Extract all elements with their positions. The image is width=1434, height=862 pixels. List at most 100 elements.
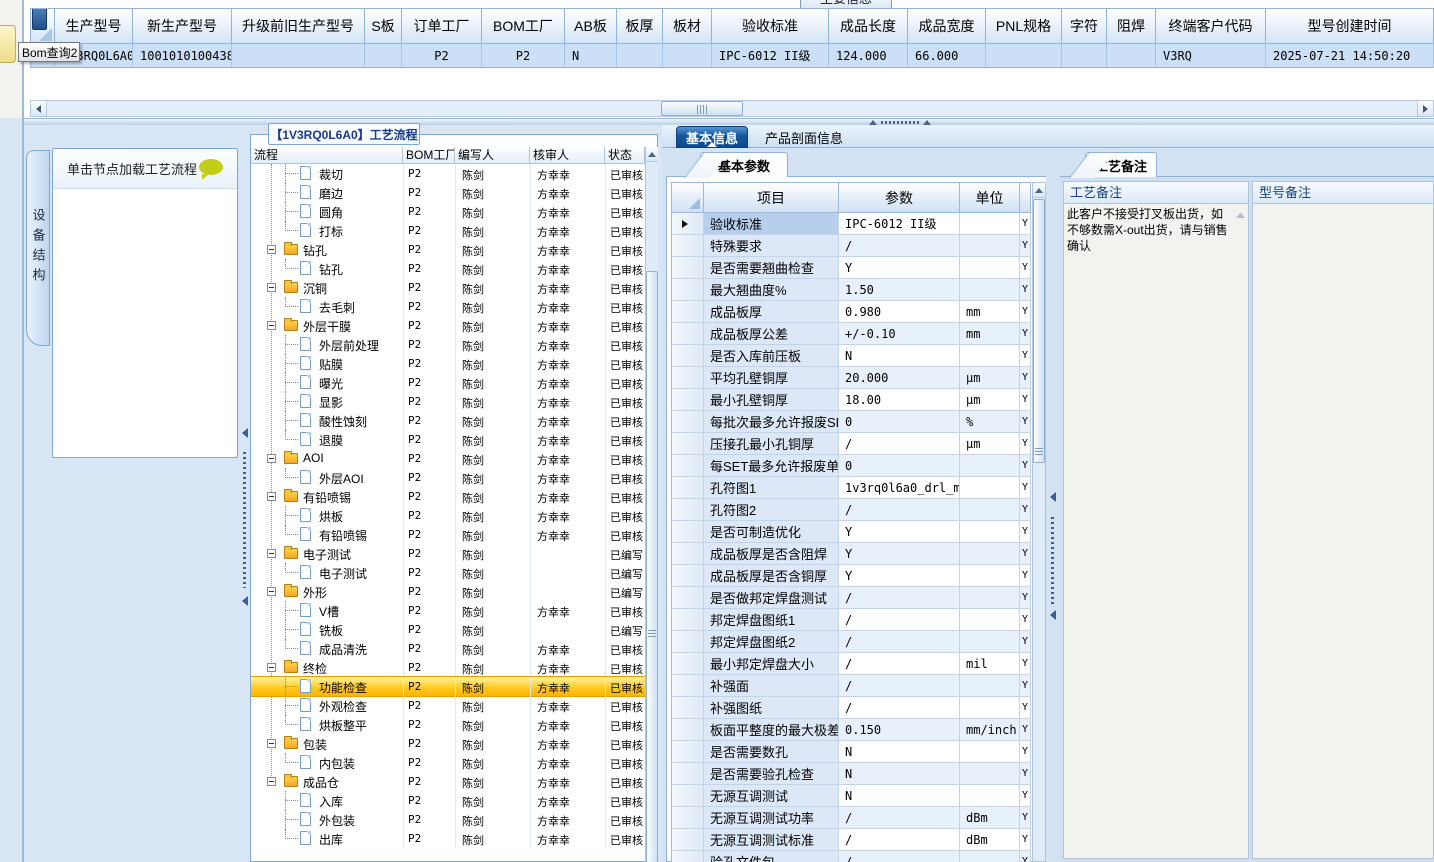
node-label[interactable]: 显影: [319, 394, 343, 411]
vsplitter-grip-icon[interactable]: [1051, 517, 1054, 607]
grid-cell[interactable]: 124.000: [829, 44, 908, 67]
param-row[interactable]: 邦定焊盘图纸2/ Y: [671, 631, 1031, 653]
tree-leaf-row[interactable]: 外层前处理 P2 陈剑 方幸幸 已审核: [251, 335, 645, 354]
column-header[interactable]: 终端客户代码: [1156, 8, 1266, 44]
node-label[interactable]: 退膜: [319, 432, 343, 449]
param-unit-cell[interactable]: mm: [960, 323, 1020, 345]
tree-leaf-row[interactable]: 内包装 P2 陈剑 方幸幸 已审核: [251, 753, 645, 772]
node-label[interactable]: 烘板: [319, 508, 343, 525]
grid-cell[interactable]: N: [565, 44, 617, 67]
param-unit-cell[interactable]: dBm: [960, 807, 1020, 829]
param-row[interactable]: 平均孔壁铜厚 20.000 µm Y: [671, 367, 1031, 389]
node-label[interactable]: 沉铜: [303, 280, 327, 297]
tree-folder-row[interactable]: 终检 P2 陈剑 方幸幸 已审核: [251, 658, 645, 677]
tree-leaf-row[interactable]: 有铅喷锡 P2 陈剑 方幸幸 已审核: [251, 525, 645, 544]
tab-process-remarks[interactable]: 工艺备注: [1085, 152, 1157, 177]
tree-column-header[interactable]: 状态: [605, 147, 645, 163]
horizontal-splitter[interactable]: [24, 118, 1434, 125]
row-selector-cell[interactable]: [671, 741, 704, 763]
param-value-cell[interactable]: 20.000: [839, 367, 960, 389]
param-item-cell[interactable]: 验收标准: [704, 213, 839, 235]
collapse-icon[interactable]: [267, 663, 276, 672]
column-header[interactable]: 升级前旧生产型号: [232, 8, 365, 44]
param-value-cell[interactable]: N: [839, 785, 960, 807]
param-row[interactable]: 压接孔最小孔铜厚 / µm Y: [671, 433, 1031, 455]
tree-folder-row[interactable]: 包装 P2 陈剑 方幸幸 已审核: [251, 734, 645, 753]
param-value-cell[interactable]: N: [839, 345, 960, 367]
param-value-cell[interactable]: Y: [839, 565, 960, 587]
grid-cell[interactable]: 66.000: [908, 44, 986, 67]
grid-hscrollbar[interactable]: [30, 100, 1434, 117]
grid-cell[interactable]: IPC-6012 II级: [712, 44, 829, 67]
model-remark-header[interactable]: 型号备注: [1252, 181, 1434, 204]
row-selector-cell[interactable]: [671, 521, 704, 543]
tree-leaf-row[interactable]: 去毛刺 P2 陈剑 方幸幸 已审核: [251, 297, 645, 316]
grid-cell[interactable]: [365, 44, 402, 67]
param-row[interactable]: 是否需要翘曲检查 Y Y: [671, 257, 1031, 279]
node-label[interactable]: 外形: [303, 584, 327, 601]
param-row[interactable]: 孔符图11v3rq0l6a0_drl_m... Y: [671, 477, 1031, 499]
param-value-cell[interactable]: /: [839, 631, 960, 653]
node-label[interactable]: 出库: [319, 831, 343, 848]
tree-leaf-row[interactable]: 外观检查 P2 陈剑 方幸幸 已审核: [251, 696, 645, 715]
param-item-cell[interactable]: 成品板厚是否含阻焊: [704, 543, 839, 565]
tree-column-header[interactable]: 流程: [251, 147, 403, 163]
row-selector-cell[interactable]: [671, 323, 704, 345]
node-label[interactable]: 外包装: [319, 812, 355, 829]
tree-leaf-row[interactable]: 酸性蚀刻 P2 陈剑 方幸幸 已审核: [251, 411, 645, 430]
collapse-icon[interactable]: [267, 454, 276, 463]
node-label[interactable]: 曝光: [319, 375, 343, 392]
column-header[interactable]: 板材: [663, 8, 712, 44]
params-column-header[interactable]: 参数: [839, 182, 960, 213]
param-row[interactable]: 邦定焊盘图纸1/ Y: [671, 609, 1031, 631]
param-value-cell[interactable]: 1.50: [839, 279, 960, 301]
row-selector-cell[interactable]: [671, 587, 704, 609]
tree-folder-row[interactable]: 外层干膜 P2 陈剑 方幸幸 已审核: [251, 316, 645, 335]
row-selector-cell[interactable]: [671, 477, 704, 499]
grid-cell[interactable]: [663, 44, 712, 67]
process-remark-header[interactable]: 工艺备注: [1063, 181, 1249, 204]
tree-leaf-row[interactable]: 出库 P2 陈剑 方幸幸 已审核: [251, 829, 645, 848]
node-label[interactable]: 贴膜: [319, 356, 343, 373]
grid-cell[interactable]: V3RQ: [1156, 44, 1266, 67]
grid-cell[interactable]: 10010101004385: [133, 44, 232, 67]
param-value-cell[interactable]: 0: [839, 411, 960, 433]
tree-folder-row[interactable]: 沉铜 P2 陈剑 方幸幸 已审核: [251, 278, 645, 297]
param-item-cell[interactable]: 是否可制造优化: [704, 521, 839, 543]
node-label[interactable]: 磨边: [319, 185, 343, 202]
tree-leaf-row[interactable]: 烘板整平 P2 陈剑 方幸幸 已审核: [251, 715, 645, 734]
param-row[interactable]: 无源互调测试功率 / dBm Y: [671, 807, 1031, 829]
param-item-cell[interactable]: 最小孔壁铜厚: [704, 389, 839, 411]
row-selector-cell[interactable]: [671, 389, 704, 411]
row-selector-cell[interactable]: [671, 829, 704, 851]
param-item-cell[interactable]: 验孔文件包: [704, 851, 839, 862]
param-unit-cell[interactable]: [960, 741, 1020, 763]
param-item-cell[interactable]: 邦定焊盘图纸1: [704, 609, 839, 631]
param-unit-cell[interactable]: [960, 257, 1020, 279]
param-unit-cell[interactable]: [960, 477, 1020, 499]
params-vscrollbar[interactable]: [1032, 182, 1046, 862]
scroll-up-icon[interactable]: [1236, 212, 1245, 218]
row-selector-cell[interactable]: [671, 851, 704, 862]
param-value-cell[interactable]: Y: [839, 257, 960, 279]
tab-product-profile[interactable]: 产品剖面信息: [752, 126, 856, 148]
column-header[interactable]: 订单工厂: [402, 8, 482, 44]
tree-leaf-row[interactable]: 贴膜 P2 陈剑 方幸幸 已审核: [251, 354, 645, 373]
model-grid-row[interactable]: 1V3RQ0L6A0 10010101004385 P2 P2 N IPC-6012 II…: [30, 44, 1434, 68]
column-header[interactable]: 成品长度: [829, 8, 908, 44]
row-selector-cell[interactable]: [671, 345, 704, 367]
param-row[interactable]: 最小邦定焊盘大小 / mil Y: [671, 653, 1031, 675]
param-item-cell[interactable]: 每SET最多允许报废单元: [704, 455, 839, 477]
row-selector-cell[interactable]: [671, 301, 704, 323]
param-value-cell[interactable]: 1v3rq0l6a0_drl_m...: [839, 477, 960, 499]
param-unit-cell[interactable]: [960, 609, 1020, 631]
grid-cell[interactable]: 2025-07-21 14:50:20: [1266, 44, 1434, 67]
row-selector-cell[interactable]: [671, 279, 704, 301]
tree-leaf-row[interactable]: 曝光 P2 陈剑 方幸幸 已审核: [251, 373, 645, 392]
param-item-cell[interactable]: 无源互调测试功率: [704, 807, 839, 829]
param-value-cell[interactable]: Y: [839, 543, 960, 565]
tree-folder-row[interactable]: AOI P2 陈剑 方幸幸 已审核: [251, 449, 645, 468]
params-column-header[interactable]: 单位: [960, 182, 1020, 213]
tree-leaf-row[interactable]: 铣板 P2 陈剑 已编写: [251, 620, 645, 639]
node-label[interactable]: AOI: [303, 451, 324, 465]
